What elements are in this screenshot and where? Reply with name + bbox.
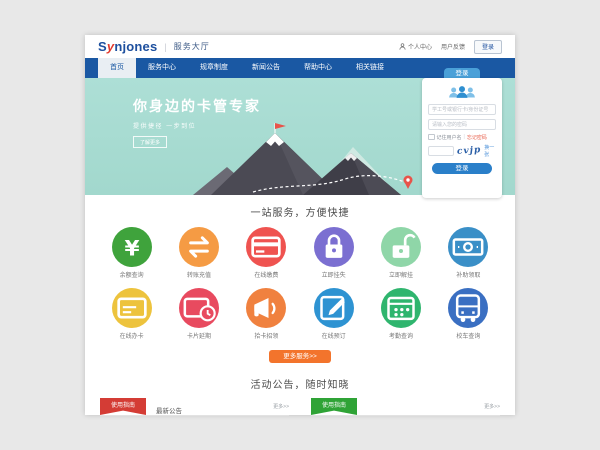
service-label: 余额查询 <box>98 270 165 279</box>
nav-item-5[interactable]: 相关链接 <box>344 58 396 78</box>
password-input[interactable] <box>428 119 496 130</box>
login-submit-button[interactable]: 登录 <box>432 163 492 174</box>
service-item-0[interactable]: ¥ 余额查询 <box>98 227 165 279</box>
mountain-illustration <box>193 115 423 195</box>
users-icon <box>445 85 479 100</box>
desktop-background: Synjones | 服务大厅 个人中心 用户反馈 登录 首页服务中心规章制度新… <box>0 0 600 450</box>
yuan-icon: ¥ <box>112 227 152 267</box>
nav-item-1[interactable]: 服务中心 <box>136 58 188 78</box>
logo-part1: S <box>98 39 107 54</box>
card-new-icon <box>112 288 152 328</box>
service-label: 立即解挂 <box>367 270 434 279</box>
captcha-image[interactable]: cvjp <box>457 145 482 157</box>
nav-item-2[interactable]: 规章制度 <box>188 58 240 78</box>
header-divider: | <box>164 42 166 52</box>
feedback-label: 用户反馈 <box>441 42 465 51</box>
header: Synjones | 服务大厅 个人中心 用户反馈 登录 <box>85 35 515 58</box>
nav-item-4[interactable]: 帮助中心 <box>292 58 344 78</box>
more-link-left[interactable]: 更多>> <box>273 403 289 410</box>
usage-guide-ribbon[interactable]: 使用指南 <box>311 398 357 415</box>
service-label: 校车查询 <box>435 331 502 340</box>
unlock-icon <box>381 227 421 267</box>
edit-icon <box>314 288 354 328</box>
service-item-11[interactable]: 校车查询 <box>435 288 502 340</box>
username-input[interactable] <box>428 104 496 115</box>
services-title: 一站服务，方便快捷 <box>85 204 515 219</box>
announcement-right-header: 使用指南 更多>> <box>311 400 500 416</box>
announcement-left-header: 使用指南 最新公告 更多>> <box>100 400 289 416</box>
service-label: 考勤查询 <box>367 331 434 340</box>
hero-cta-button[interactable]: 了解更多 <box>133 136 167 148</box>
latest-news-tab[interactable]: 最新公告 <box>156 405 182 419</box>
personal-center-link[interactable]: 个人中心 <box>399 42 432 51</box>
logo-part2: njones <box>114 39 157 54</box>
header-right: 个人中心 用户反馈 登录 <box>399 40 502 54</box>
service-item-8[interactable]: 拾卡招领 <box>233 288 300 340</box>
portal-page: Synjones | 服务大厅 个人中心 用户反馈 登录 首页服务中心规章制度新… <box>85 35 515 415</box>
card-pay-icon <box>246 227 286 267</box>
service-label: 补助领取 <box>435 270 502 279</box>
service-label: 在线缴费 <box>233 270 300 279</box>
service-item-4[interactable]: 立即解挂 <box>367 227 434 279</box>
nav-item-0[interactable]: 首页 <box>98 58 136 78</box>
service-label: 在线办卡 <box>98 331 165 340</box>
nav-item-3[interactable]: 新闻公告 <box>240 58 292 78</box>
svg-text:¥: ¥ <box>124 236 139 261</box>
captcha-refresh-link[interactable]: 换一张 <box>484 144 496 158</box>
services-grid: ¥ 余额查询转账充值在线缴费立即挂失立即解挂补助领取在线办卡卡片延期拾卡招领在线预… <box>98 227 502 340</box>
service-label: 在线预订 <box>300 331 367 340</box>
more-services-button[interactable]: 更多服务>> <box>269 350 331 363</box>
captcha-input[interactable] <box>428 146 454 156</box>
service-item-3[interactable]: 立即挂失 <box>300 227 367 279</box>
service-item-9[interactable]: 在线预订 <box>300 288 367 340</box>
announcement-columns: 使用指南 最新公告 更多>> 使用指南 更多>> <box>85 400 515 416</box>
feedback-link[interactable]: 用户反馈 <box>441 42 465 51</box>
login-form: 记住用户名 | 忘记密码 cvjp 换一张 登录 <box>422 78 502 198</box>
announcement-column-left: 使用指南 最新公告 更多>> <box>100 400 289 416</box>
login-panel: 登录 记住用户名 | 忘记密码 cvjp 换一张 <box>422 68 502 198</box>
logo[interactable]: Synjones <box>98 35 157 58</box>
more-link-right[interactable]: 更多>> <box>484 403 500 410</box>
announcement-column-right: 使用指南 更多>> <box>311 400 500 416</box>
banknote-icon <box>448 227 488 267</box>
announcements-section: 活动公告，随时知晓 使用指南 最新公告 更多>> 使用指南 更多>> <box>85 363 515 416</box>
remember-checkbox[interactable] <box>428 134 435 141</box>
service-label: 拾卡招领 <box>233 331 300 340</box>
header-login-button[interactable]: 登录 <box>474 40 502 54</box>
captcha-row: cvjp 换一张 <box>428 144 496 158</box>
service-item-2[interactable]: 在线缴费 <box>233 227 300 279</box>
login-separator: | <box>464 134 465 140</box>
service-item-6[interactable]: 在线办卡 <box>98 288 165 340</box>
bus-icon <box>448 288 488 328</box>
remember-row: 记住用户名 | 忘记密码 <box>428 134 496 141</box>
service-item-7[interactable]: 卡片延期 <box>165 288 232 340</box>
attendance-icon <box>381 288 421 328</box>
forgot-password-link[interactable]: 忘记密码 <box>467 134 487 141</box>
service-label: 转账充值 <box>165 270 232 279</box>
transfer-icon <box>179 227 219 267</box>
service-item-10[interactable]: 考勤查询 <box>367 288 434 340</box>
card-clock-icon <box>179 288 219 328</box>
service-item-5[interactable]: 补助领取 <box>435 227 502 279</box>
site-name: 服务大厅 <box>174 41 210 52</box>
usage-guide-ribbon[interactable]: 使用指南 <box>100 398 146 415</box>
service-label: 立即挂失 <box>300 270 367 279</box>
user-icon <box>399 43 406 50</box>
service-label: 卡片延期 <box>165 331 232 340</box>
megaphone-icon <box>246 288 286 328</box>
personal-center-label: 个人中心 <box>408 42 432 51</box>
service-item-1[interactable]: 转账充值 <box>165 227 232 279</box>
remember-label: 记住用户名 <box>437 134 462 141</box>
announcements-title: 活动公告，随时知晓 <box>85 376 515 391</box>
services-section: 一站服务，方便快捷 ¥ 余额查询转账充值在线缴费立即挂失立即解挂补助领取在线办卡卡… <box>85 195 515 363</box>
hero-title: 你身边的卡管专家 <box>133 96 261 116</box>
lock-icon <box>314 227 354 267</box>
